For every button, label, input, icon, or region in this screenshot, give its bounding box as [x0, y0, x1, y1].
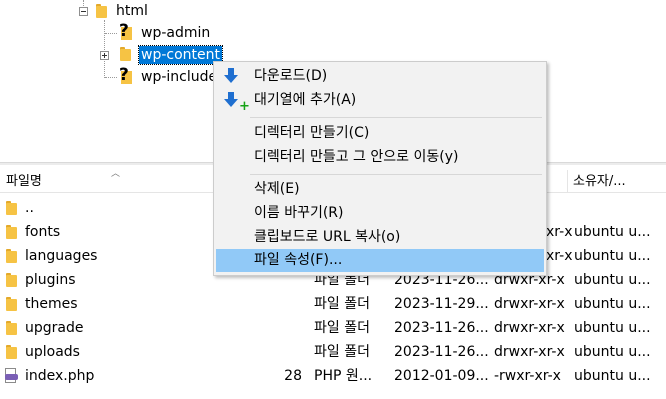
- file-modified-date: 2023-11-29...: [394, 296, 489, 312]
- file-name: themes: [25, 296, 78, 312]
- unknown-folder-icon: ?: [119, 22, 133, 42]
- menu-item-label: 대기열에 추가(A): [254, 92, 357, 108]
- folder-icon: [6, 321, 17, 335]
- folder-icon: [120, 47, 131, 61]
- file-name: ..: [25, 200, 34, 216]
- file-permissions: drwxr-xr-x: [494, 344, 565, 360]
- list-item[interactable]: themes 파일 폴더 2023-11-29... drwxr-xr-x ub…: [0, 292, 666, 316]
- tree-guide-line: [105, 33, 117, 34]
- menu-item-download[interactable]: 다운로드(D): [216, 65, 544, 88]
- unknown-folder-icon: ?: [119, 66, 133, 86]
- column-header-filename[interactable]: 파일명: [0, 168, 200, 192]
- context-menu: 다운로드(D) + 대기열에 추가(A) 디렉터리 만들기(C) 디렉터리 만들…: [213, 61, 547, 276]
- tree-item-wp-admin[interactable]: wp-admin: [141, 24, 210, 42]
- tree-item-wp-content[interactable]: wp-content: [138, 45, 223, 65]
- add-to-queue-icon: +: [224, 92, 250, 113]
- list-item[interactable]: upgrade 파일 폴더 2023-11-26... drwxr-xr-x u…: [0, 316, 666, 340]
- tree-guide-line: [105, 77, 117, 78]
- folder-icon: [6, 225, 17, 239]
- tree-item-html[interactable]: html: [116, 2, 148, 20]
- file-permissions: xr-x: [546, 224, 573, 240]
- download-icon: [224, 68, 238, 85]
- file-name: languages: [25, 248, 98, 264]
- menu-item-label: 디렉터리 만들고 그 안으로 이동(y): [254, 149, 459, 165]
- file-owner: ubuntu u...: [574, 296, 651, 312]
- list-item[interactable]: uploads 파일 폴더 2023-11-26... drwxr-xr-x u…: [0, 340, 666, 364]
- php-file-icon: [5, 368, 18, 384]
- file-owner: ubuntu u...: [574, 344, 651, 360]
- file-name: plugins: [25, 272, 76, 288]
- file-owner: ubuntu u...: [574, 272, 651, 288]
- file-modified-date: 2023-11-26...: [394, 344, 489, 360]
- file-owner: ubuntu u...: [574, 248, 651, 264]
- tree-item-wp-includes[interactable]: wp-include: [141, 68, 217, 86]
- file-permissions: drwxr-xr-x: [494, 296, 565, 312]
- file-permissions: xr-x: [546, 248, 573, 264]
- list-item[interactable]: index.php 28 PHP 원... 2012-01-09... -rwx…: [0, 364, 666, 388]
- file-type: 파일 폴더: [314, 320, 370, 336]
- menu-item-copy-url[interactable]: 클립보드로 URL 복사(o): [216, 226, 544, 249]
- menu-separator: [250, 117, 542, 118]
- folder-icon: [6, 273, 17, 287]
- file-owner: ubuntu u...: [574, 224, 651, 240]
- menu-item-delete[interactable]: 삭제(E): [216, 178, 544, 201]
- file-permissions: drwxr-xr-x: [494, 320, 565, 336]
- column-header-owner[interactable]: 소유자/...: [567, 168, 666, 192]
- folder-icon: [96, 4, 107, 18]
- file-modified-date: 2012-01-09...: [394, 368, 489, 384]
- file-type: 파일 폴더: [314, 344, 370, 360]
- menu-item-label: 클립보드로 URL 복사(o): [254, 229, 401, 245]
- expand-toggle-wp-content[interactable]: [100, 51, 109, 60]
- file-owner: ubuntu u...: [574, 320, 651, 336]
- file-name: upgrade: [25, 320, 84, 336]
- file-name: uploads: [25, 344, 80, 360]
- menu-item-label: 파일 속성(F)...: [254, 252, 343, 268]
- file-permissions: -rwxr-xr-x: [494, 368, 561, 384]
- folder-icon: [6, 345, 17, 359]
- folder-icon: [6, 249, 17, 263]
- file-owner: ubuntu u...: [574, 368, 651, 384]
- folder-icon: [6, 201, 17, 215]
- collapse-toggle-html[interactable]: [79, 7, 88, 16]
- file-name: fonts: [25, 224, 61, 240]
- tree-guide-line: [104, 20, 105, 78]
- file-type: PHP 원...: [314, 368, 373, 384]
- menu-item-label: 디렉터리 만들기(C): [254, 125, 370, 141]
- file-name: index.php: [25, 368, 95, 384]
- menu-item-create-and-enter-directory[interactable]: 디렉터리 만들고 그 안으로 이동(y): [216, 146, 544, 169]
- file-modified-date: 2023-11-26...: [394, 320, 489, 336]
- folder-icon: [6, 297, 17, 311]
- file-type: 파일 폴더: [314, 296, 370, 312]
- menu-item-file-attributes[interactable]: 파일 속성(F)...: [216, 249, 544, 272]
- menu-item-label: 삭제(E): [254, 181, 300, 197]
- menu-separator: [250, 174, 542, 175]
- file-size: 28: [284, 368, 302, 384]
- menu-item-label: 이름 바꾸기(R): [254, 205, 344, 221]
- menu-item-label: 다운로드(D): [254, 68, 328, 84]
- menu-item-create-directory[interactable]: 디렉터리 만들기(C): [216, 122, 544, 145]
- menu-item-rename[interactable]: 이름 바꾸기(R): [216, 202, 544, 225]
- menu-item-add-to-queue[interactable]: + 대기열에 추가(A): [216, 89, 544, 113]
